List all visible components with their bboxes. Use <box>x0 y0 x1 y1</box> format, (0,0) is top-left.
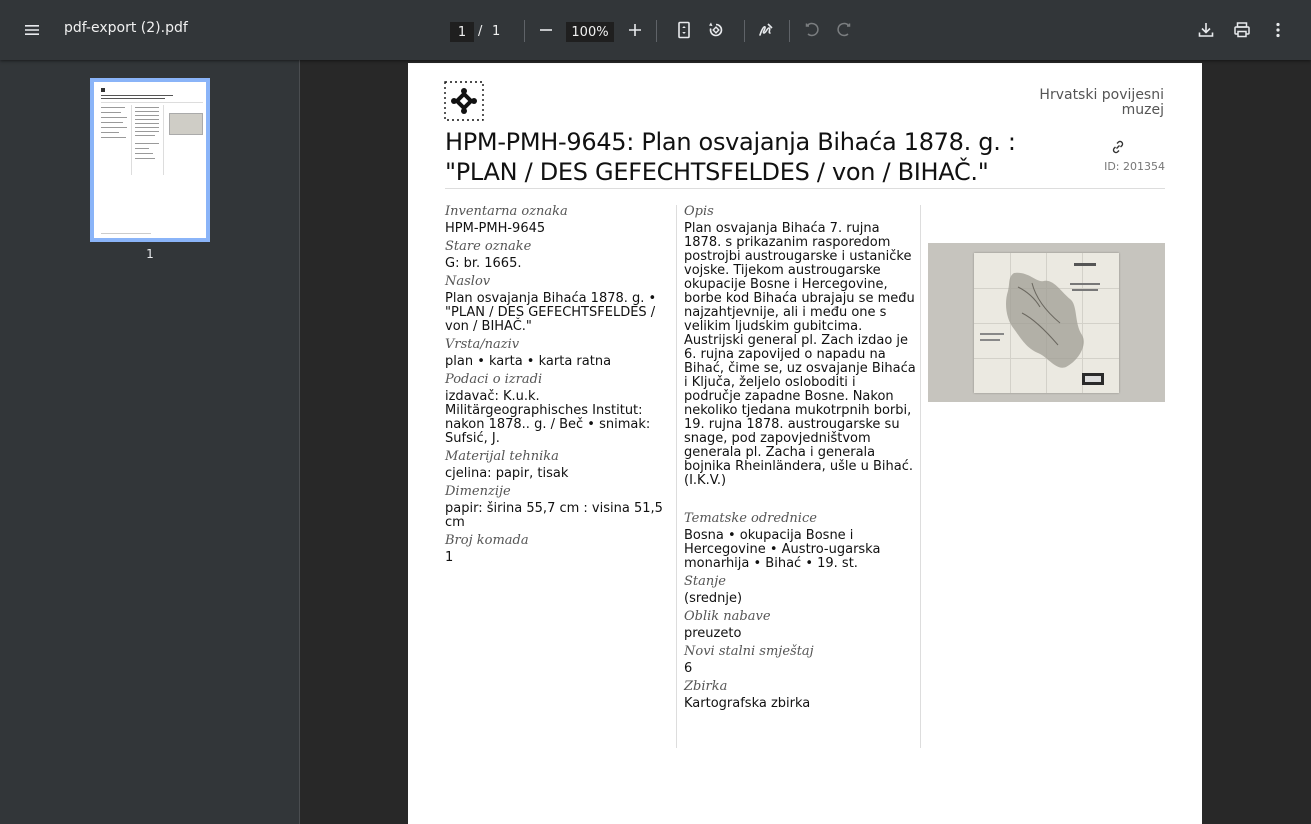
field-label: Zbirka <box>684 679 728 694</box>
field-label: Stare oznake <box>445 239 532 254</box>
description-text: Plan osvajanja Bihaća 7. rujna 1878. s p… <box>684 221 916 488</box>
column-divider <box>920 205 921 748</box>
field-label: Tematske odrednice <box>684 511 817 526</box>
more-options-icon[interactable] <box>1262 14 1294 46</box>
thumbnail-map-image <box>169 113 203 135</box>
download-icon[interactable] <box>1190 14 1222 46</box>
map-image <box>928 243 1165 402</box>
toolbar-divider <box>744 20 745 42</box>
field-label: Naslov <box>445 274 491 289</box>
redo-icon[interactable] <box>828 14 860 46</box>
zoom-input[interactable] <box>566 22 614 42</box>
column-divider <box>676 205 677 748</box>
field-value: preuzeto <box>684 626 742 641</box>
page-total: 1 <box>492 24 501 39</box>
record-id: ID: 201354 <box>1104 160 1165 173</box>
description-label: Opis <box>684 204 714 219</box>
toolbar-divider <box>656 20 657 42</box>
map-paper <box>974 253 1119 393</box>
field-value: Kartografska zbirka <box>684 696 811 711</box>
field-value: 6 <box>684 661 693 676</box>
pdf-toolbar: pdf-export (2).pdf / 1 <box>0 0 1311 60</box>
thumbnail-sidebar: 1 <box>0 60 300 824</box>
field-label: Broj komada <box>445 533 529 548</box>
field-label: Inventarna oznaka <box>445 204 568 219</box>
fit-page-icon[interactable] <box>668 14 700 46</box>
field-label: Dimenzije <box>445 484 511 499</box>
field-label: Novi stalni smještaj <box>684 644 814 659</box>
field-value: G: br. 1665. <box>445 256 522 271</box>
details-column-left: Inventarna oznaka HPM-PMH-9645 Stare ozn… <box>445 205 675 565</box>
museum-name: Hrvatski povijesni muzej <box>1039 87 1164 118</box>
field-value: (srednje) <box>684 591 743 606</box>
museum-logo-icon <box>444 81 484 121</box>
link-icon[interactable] <box>1110 139 1126 155</box>
rotate-icon[interactable] <box>700 14 732 46</box>
field-value: plan • karta • karta ratna <box>445 354 612 369</box>
toolbar-divider <box>789 20 790 42</box>
page-thumbnail[interactable] <box>90 78 210 242</box>
zoom-in-icon[interactable] <box>619 14 651 46</box>
print-icon[interactable] <box>1226 14 1258 46</box>
field-value: papir: širina 55,7 cm : visina 51,5 cm <box>445 501 663 530</box>
details-column-middle: Opis Plan osvajanja Bihaća 7. rujna 1878… <box>684 205 916 711</box>
field-value: cjelina: papir, tisak <box>445 466 569 481</box>
zoom-out-icon[interactable] <box>530 14 562 46</box>
field-label: Oblik nabave <box>684 609 771 624</box>
field-value: 1 <box>445 550 454 565</box>
thumbnail-page-number: 1 <box>146 247 154 261</box>
field-label: Materijal tehnika <box>445 449 559 464</box>
menu-icon[interactable] <box>16 14 48 46</box>
field-value: izdavač: K.u.k. Militärgeographisches In… <box>445 389 651 446</box>
annotate-pen-icon[interactable] <box>750 14 782 46</box>
field-label: Stanje <box>684 574 726 589</box>
page-number-input[interactable] <box>450 22 474 42</box>
map-drawing <box>980 263 1104 385</box>
toolbar-divider <box>524 20 525 42</box>
field-value: Plan osvajanja Bihaća 1878. g. • "PLAN /… <box>445 291 657 334</box>
field-value: HPM-PMH-9645 <box>445 221 546 236</box>
field-label: Vrsta/naziv <box>445 337 520 352</box>
document-title: pdf-export (2).pdf <box>64 20 188 36</box>
undo-icon[interactable] <box>796 14 828 46</box>
title-divider <box>445 188 1165 189</box>
field-value: Bosna • okupacija Bosne i Hercegovine • … <box>684 528 881 571</box>
record-title: HPM-PMH-9645: Plan osvajanja Bihaća 1878… <box>445 128 1016 186</box>
field-label: Podaci o izradi <box>445 372 543 387</box>
thumbnail-preview <box>97 85 203 235</box>
page-separator: / <box>478 24 483 39</box>
pdf-page: Hrvatski povijesni muzej HPM-PMH-9645: P… <box>408 63 1202 824</box>
